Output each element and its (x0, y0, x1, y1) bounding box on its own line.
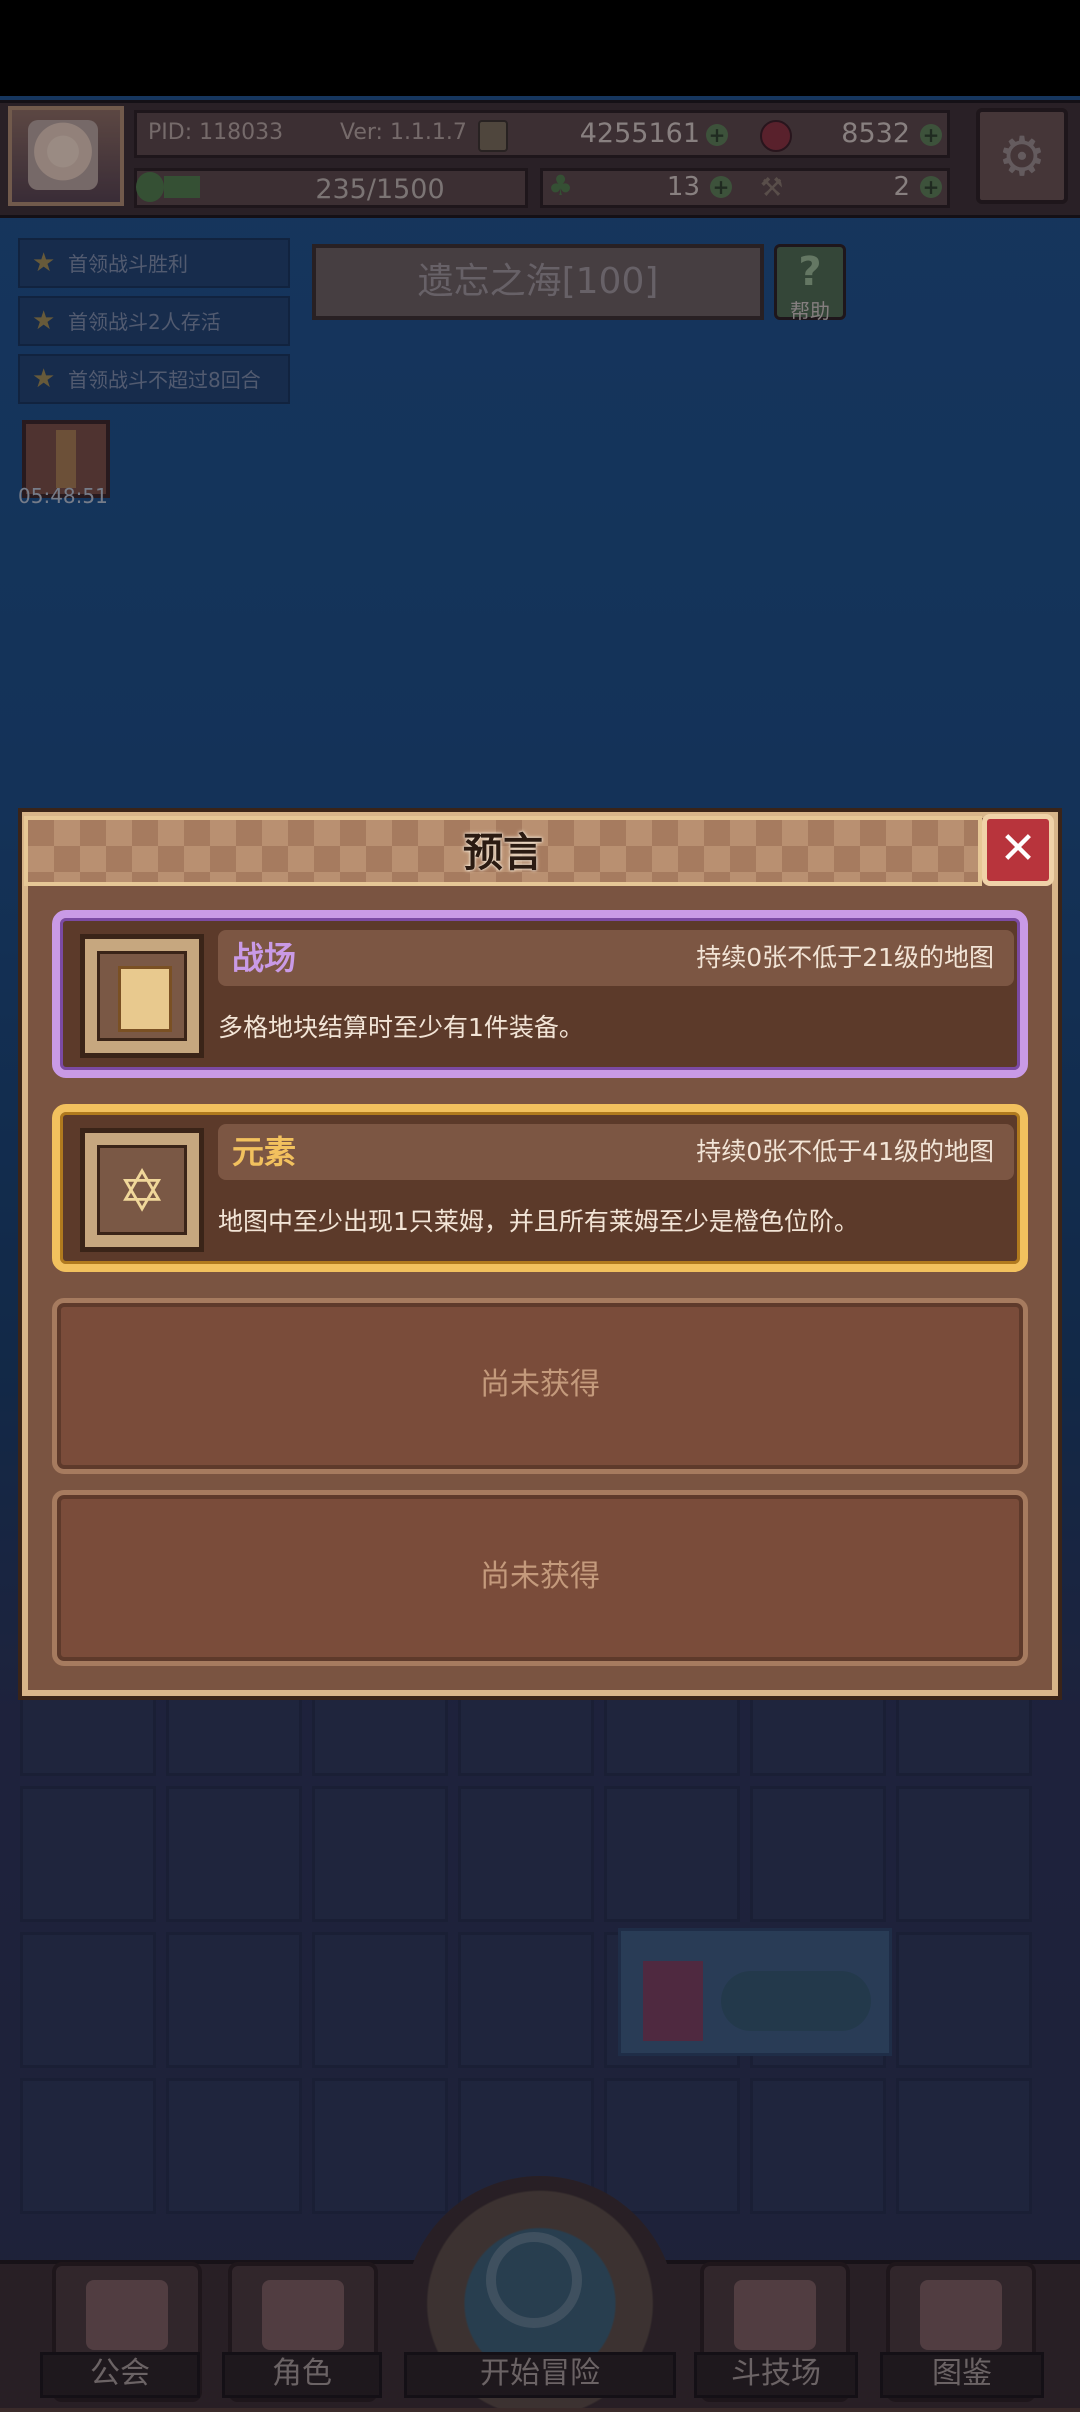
player-avatar[interactable] (8, 106, 124, 206)
clover-amount: 13 (666, 172, 700, 202)
add-gem-icon[interactable]: + (920, 124, 942, 146)
quest-label: 首领战斗胜利 (68, 252, 188, 276)
crossed-swords-icon (734, 2280, 816, 2350)
exp-clover-icon (136, 172, 164, 202)
map-cell (604, 1786, 740, 1922)
character-icon (262, 2280, 344, 2350)
quest-label: 首领战斗2人存活 (68, 310, 221, 334)
quest-item[interactable]: ★ 首领战斗2人存活 (18, 296, 290, 346)
prophecy-card[interactable]: ✡ 元素 持续0张不低于41级的地图 地图中至少出现1只莱姆，并且所有莱姆至少是… (52, 1104, 1028, 1272)
map-cell (312, 2078, 448, 2214)
close-icon: ✕ (999, 823, 1037, 874)
gem-amount: 8532 (841, 118, 910, 149)
map-cell (312, 1932, 448, 2068)
prophecy-condition: 持续0张不低于41级的地图 (696, 1137, 994, 1166)
prophecy-card[interactable]: 战场 持续0张不低于21级的地图 多格地块结算时至少有1件装备。 (52, 910, 1028, 1078)
hammer-amount: 2 (893, 172, 910, 202)
stage-title-banner: 遗忘之海[100] (312, 244, 764, 320)
quest-item[interactable]: ★ 首领战斗胜利 (18, 238, 290, 288)
map-cell (896, 2078, 1032, 2214)
hammer-icon: ⚒ (760, 173, 784, 203)
star-icon: ★ (32, 364, 56, 394)
question-icon: ? (798, 249, 822, 295)
locked-label: 尚未获得 (480, 1559, 600, 1594)
quest-item[interactable]: ★ 首领战斗不超过8回合 (18, 354, 290, 404)
locked-label: 尚未获得 (480, 1367, 600, 1402)
dialog-title: 预言 (463, 830, 543, 876)
codex-icon (920, 2280, 1002, 2350)
map-cell (166, 1932, 302, 2068)
gear-icon: ⚙ (997, 125, 1047, 188)
map-cell (20, 2078, 156, 2214)
add-hammer-icon[interactable]: + (920, 176, 942, 198)
quest-label: 首领战斗不超过8回合 (68, 368, 261, 392)
map-cell (604, 2078, 740, 2214)
star-icon: ★ (32, 306, 56, 336)
settings-button[interactable]: ⚙ (976, 108, 1068, 204)
exp-bar-fill (164, 176, 200, 198)
add-gold-icon[interactable]: + (706, 124, 728, 146)
nav-codex-label: 图鉴 (880, 2352, 1044, 2398)
hexagram-icon: ✡ (80, 1128, 204, 1252)
locked-prophecy-slot: 尚未获得 (52, 1298, 1028, 1474)
map-cell (20, 1786, 156, 1922)
scroll-icon (80, 934, 204, 1058)
coral-map-tile (618, 1928, 892, 2056)
prophecy-name: 战场 (232, 939, 297, 977)
prophecy-description: 多格地块结算时至少有1件装备。 (218, 1013, 584, 1042)
add-clover-icon[interactable]: + (710, 176, 732, 198)
prophecy-name: 元素 (232, 1133, 297, 1171)
map-cell (896, 1932, 1032, 2068)
star-icon: ★ (32, 248, 56, 278)
prophecy-condition: 持续0张不低于21级的地图 (696, 943, 994, 972)
help-button[interactable]: ? 帮助 (774, 244, 846, 323)
gem-icon (760, 120, 792, 152)
map-cell (458, 1932, 594, 2068)
version-label: Ver: 1.1.1.7 (340, 120, 467, 145)
exp-value: 235/1500 (315, 174, 445, 205)
map-cell (166, 1786, 302, 1922)
gold-coin-icon (478, 120, 508, 152)
nav-arena-label: 斗技场 (694, 2352, 858, 2398)
guild-icon (86, 2280, 168, 2350)
dialog-header: 预言 (24, 816, 982, 886)
player-id: PID: 118033 (148, 120, 284, 145)
locked-prophecy-slot: 尚未获得 (52, 1490, 1028, 1666)
map-cell (458, 1786, 594, 1922)
nav-guild-label: 公会 (40, 2352, 200, 2398)
map-grid (20, 1640, 1060, 2214)
map-cell (750, 2078, 886, 2214)
magnifier-icon (486, 2232, 582, 2328)
map-cell (896, 1786, 1032, 1922)
map-cell (750, 1786, 886, 1922)
map-cell (166, 2078, 302, 2214)
nav-character-label: 角色 (222, 2352, 382, 2398)
gold-amount: 4255161 (579, 118, 700, 149)
clover-icon: ♣ (548, 169, 574, 202)
help-label: 帮助 (790, 299, 830, 323)
map-cell (20, 1932, 156, 2068)
chest-timer: 05:48:51 (18, 484, 108, 508)
map-cell (312, 1786, 448, 1922)
prophecy-description: 地图中至少出现1只莱姆，并且所有莱姆至少是橙色位阶。 (218, 1207, 859, 1236)
close-button[interactable]: ✕ (982, 814, 1054, 886)
stage-title: 遗忘之海[100] (417, 261, 659, 302)
start-adventure-label: 开始冒险 (404, 2352, 676, 2398)
